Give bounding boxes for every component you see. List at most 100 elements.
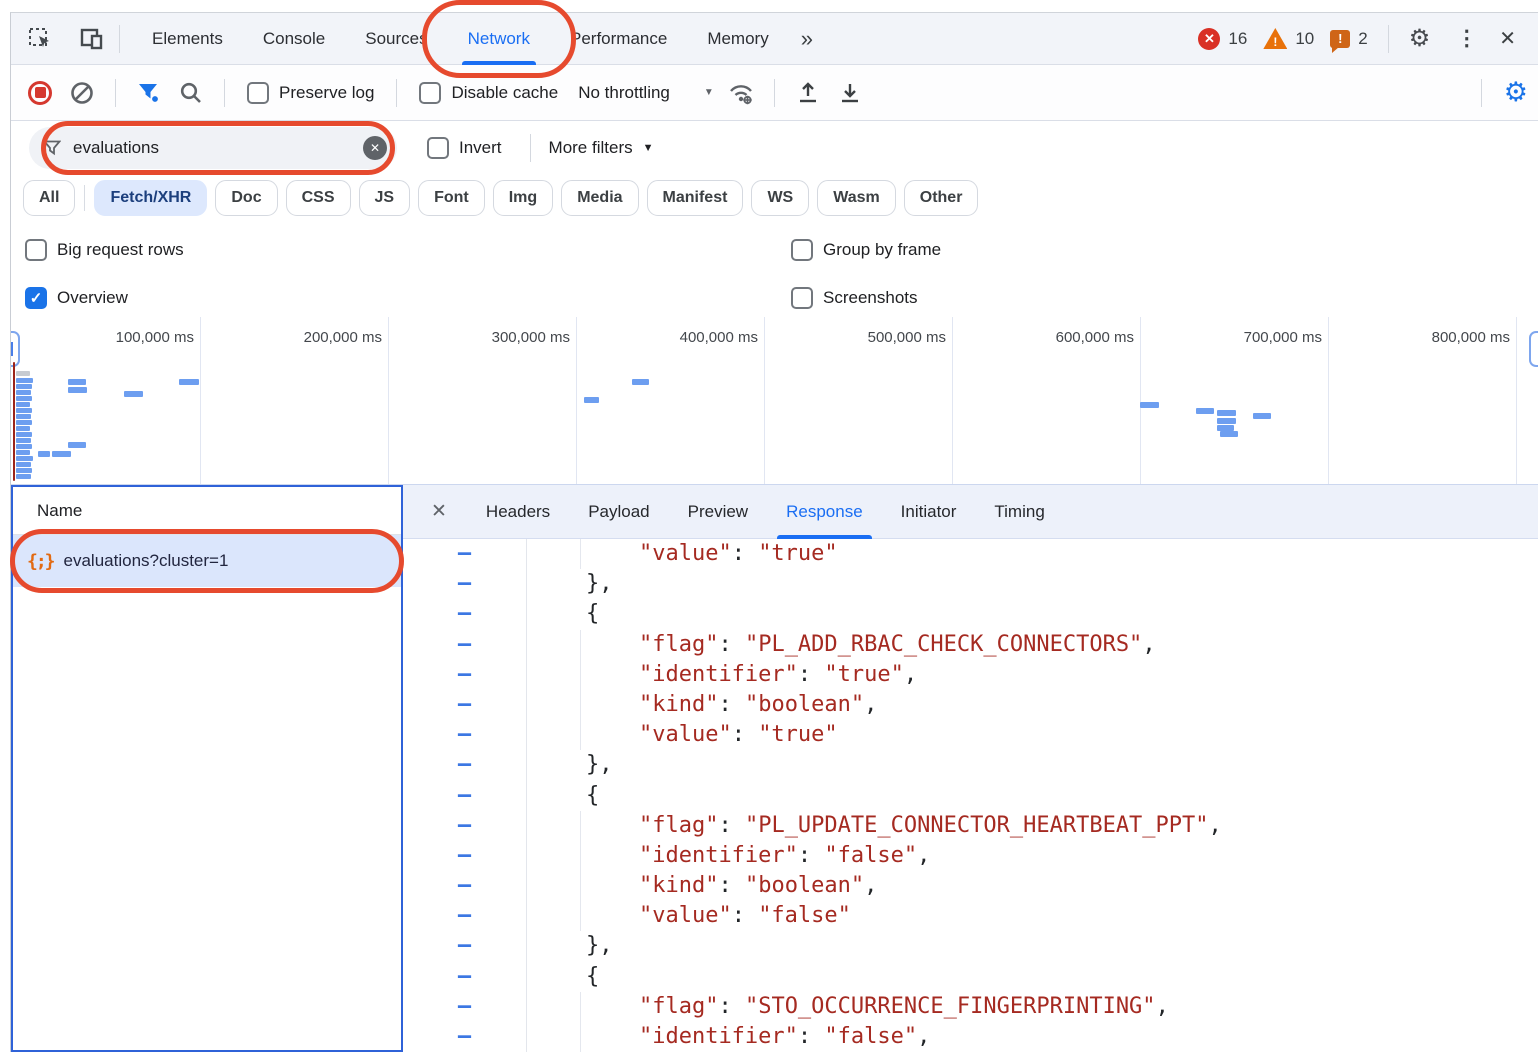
requests-column-header[interactable]: Name xyxy=(13,487,401,535)
error-count-icon[interactable]: ✕ xyxy=(1198,28,1220,50)
filter-toggle-icon[interactable] xyxy=(132,76,166,110)
fold-marker-icon[interactable]: – xyxy=(403,660,526,690)
overview-right-handle[interactable] xyxy=(1529,331,1538,367)
detail-tab-headers[interactable]: Headers xyxy=(467,485,569,539)
fold-marker-icon[interactable]: – xyxy=(403,931,526,961)
timeline-tick-label: 200,000 ms xyxy=(232,329,382,346)
tab-performance[interactable]: Performance xyxy=(550,13,687,65)
network-settings-gear-icon[interactable]: ⚙ xyxy=(1494,77,1538,108)
warning-count-icon[interactable]: ! xyxy=(1263,28,1287,49)
code-text: "identifier": "false", xyxy=(526,1022,930,1052)
timeline-request-bar xyxy=(16,474,31,479)
devtools-window: ElementsConsoleSourcesNetworkPerformance… xyxy=(0,0,1538,1052)
chip-other[interactable]: Other xyxy=(904,180,979,216)
record-network-log-button[interactable] xyxy=(23,76,57,110)
chip-img[interactable]: Img xyxy=(493,180,553,216)
timeline-request-bar xyxy=(16,468,32,473)
timeline-request-bar xyxy=(1196,408,1214,414)
response-body-viewer[interactable]: – "value": "true"– },– {– "flag": "PL_AD… xyxy=(403,539,1538,1052)
inspect-element-icon[interactable] xyxy=(25,24,55,54)
filter-input-text[interactable]: evaluations xyxy=(73,138,363,158)
group-by-frame-checkbox[interactable]: Group by frame xyxy=(791,239,941,261)
fold-marker-icon[interactable]: – xyxy=(403,811,526,841)
checkbox[interactable] xyxy=(791,287,813,309)
chip-media[interactable]: Media xyxy=(561,180,638,216)
checkbox[interactable] xyxy=(419,82,441,104)
tab-memory[interactable]: Memory xyxy=(687,13,788,65)
fold-marker-icon[interactable]: – xyxy=(403,690,526,720)
chip-font[interactable]: Font xyxy=(418,180,485,216)
timeline-request-bar xyxy=(16,408,32,413)
fold-marker-icon[interactable]: – xyxy=(403,901,526,931)
timeline-request-bar xyxy=(1217,410,1236,416)
fold-marker-icon[interactable]: – xyxy=(403,599,526,629)
fold-marker-icon[interactable]: – xyxy=(403,630,526,660)
overview-checkbox[interactable]: Overview xyxy=(25,287,128,309)
chip-doc[interactable]: Doc xyxy=(215,180,277,216)
more-filters-dropdown[interactable]: More filters ▼ xyxy=(549,138,654,158)
tab-console[interactable]: Console xyxy=(243,13,345,65)
chevron-down-icon: ▼ xyxy=(643,142,654,154)
tab-sources[interactable]: Sources xyxy=(345,13,447,65)
more-tabs-button[interactable]: » xyxy=(789,26,823,52)
fold-marker-icon[interactable]: – xyxy=(403,539,526,569)
preserve-log-checkbox[interactable]: Preserve log xyxy=(247,82,374,104)
clear-filter-icon[interactable]: ✕ xyxy=(363,136,387,160)
kebab-menu-icon[interactable]: ⋮ xyxy=(1446,26,1487,51)
search-icon[interactable] xyxy=(174,76,208,110)
fold-marker-icon[interactable]: – xyxy=(403,720,526,750)
disable-cache-checkbox[interactable]: Disable cache xyxy=(419,82,558,104)
close-detail-icon[interactable]: ✕ xyxy=(403,500,467,523)
issues-count-icon[interactable]: ! xyxy=(1330,30,1350,48)
filter-input[interactable]: evaluations ✕ xyxy=(29,127,397,169)
detail-tab-initiator[interactable]: Initiator xyxy=(882,485,976,539)
checkbox[interactable] xyxy=(427,137,449,159)
timeline-request-bar xyxy=(1217,418,1236,424)
detail-tab-timing[interactable]: Timing xyxy=(975,485,1063,539)
funnel-icon xyxy=(43,139,61,157)
fold-marker-icon[interactable]: – xyxy=(403,992,526,1022)
chip-css[interactable]: CSS xyxy=(286,180,351,216)
close-devtools-icon[interactable]: ✕ xyxy=(1495,26,1524,51)
detail-tab-payload[interactable]: Payload xyxy=(569,485,668,539)
chip-js[interactable]: JS xyxy=(359,180,411,216)
import-har-icon[interactable] xyxy=(791,76,825,110)
fold-marker-icon[interactable]: – xyxy=(403,569,526,599)
checkbox[interactable] xyxy=(25,239,47,261)
timeline-tick-label: 500,000 ms xyxy=(796,329,946,346)
fold-marker-icon[interactable]: – xyxy=(403,841,526,871)
network-conditions-icon[interactable] xyxy=(724,76,758,110)
fold-marker-icon[interactable]: – xyxy=(403,962,526,992)
requests-panel: Name {;}evaluations?cluster=1 xyxy=(11,485,403,1052)
timeline-tick-label: 400,000 ms xyxy=(608,329,758,346)
timeline-request-bar xyxy=(16,444,32,449)
chip-manifest[interactable]: Manifest xyxy=(647,180,744,216)
throttling-dropdown[interactable]: No throttling ▼ xyxy=(578,83,714,103)
export-har-icon[interactable] xyxy=(833,76,867,110)
tab-elements[interactable]: Elements xyxy=(132,13,243,65)
device-toolbar-icon[interactable] xyxy=(77,24,107,54)
tab-network[interactable]: Network xyxy=(448,13,550,65)
fold-marker-icon[interactable]: – xyxy=(403,750,526,780)
network-overview-timeline[interactable]: 100,000 ms200,000 ms300,000 ms400,000 ms… xyxy=(11,317,1538,485)
checkbox[interactable] xyxy=(791,239,813,261)
toolbar-divider xyxy=(530,134,531,162)
chip-ws[interactable]: WS xyxy=(751,180,809,216)
chip-wasm[interactable]: Wasm xyxy=(817,180,896,216)
request-row[interactable]: {;}evaluations?cluster=1 xyxy=(13,535,401,587)
clear-network-log-button[interactable] xyxy=(65,76,99,110)
chip-fetch-xhr[interactable]: Fetch/XHR xyxy=(94,180,207,216)
checkbox[interactable] xyxy=(25,287,47,309)
checkbox[interactable] xyxy=(247,82,269,104)
big-request-rows-checkbox[interactable]: Big request rows xyxy=(25,239,184,261)
detail-tab-response[interactable]: Response xyxy=(767,485,882,539)
settings-gear-icon[interactable]: ⚙ xyxy=(1401,24,1439,53)
fold-marker-icon[interactable]: – xyxy=(403,1022,526,1052)
fold-marker-icon[interactable]: – xyxy=(403,781,526,811)
code-text: }, xyxy=(526,750,612,780)
chip-all[interactable]: All xyxy=(23,180,75,216)
screenshots-checkbox[interactable]: Screenshots xyxy=(791,287,918,309)
detail-tab-preview[interactable]: Preview xyxy=(669,485,767,539)
fold-marker-icon[interactable]: – xyxy=(403,871,526,901)
invert-checkbox[interactable]: Invert xyxy=(427,137,502,159)
